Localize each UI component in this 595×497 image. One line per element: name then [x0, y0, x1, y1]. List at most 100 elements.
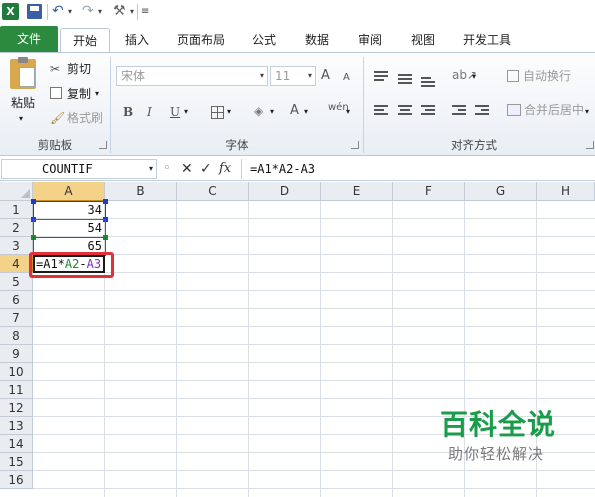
row-header-13[interactable]: 13: [0, 417, 33, 435]
copy-button[interactable]: 复制: [67, 86, 91, 102]
row-header-14[interactable]: 14: [0, 435, 33, 453]
tab-view[interactable]: 视图: [403, 28, 443, 52]
grow-font-button[interactable]: A: [321, 68, 330, 84]
merge-center-button[interactable]: 合并后居中: [524, 102, 584, 118]
underline-button[interactable]: U: [170, 104, 180, 120]
format-painter-icon[interactable]: 🖌: [50, 110, 65, 126]
tab-home[interactable]: 开始: [60, 28, 110, 52]
row-header-11[interactable]: 11: [0, 381, 33, 399]
row-header-5[interactable]: 5: [0, 273, 33, 291]
formula-text: =A1*A2-A3: [250, 162, 316, 176]
undo-dropdown-icon[interactable]: ▾: [68, 3, 72, 21]
column-header-d[interactable]: D: [249, 182, 321, 201]
customize-icon[interactable]: ≡: [141, 3, 149, 21]
align-bottom-icon[interactable]: [421, 77, 435, 89]
excel-logo-icon[interactable]: X: [2, 3, 19, 20]
row-header-15[interactable]: 15: [0, 453, 33, 471]
copy-dropdown-icon[interactable]: ▾: [95, 86, 99, 102]
column-header-e[interactable]: E: [321, 182, 393, 201]
font-group-label: 字体: [225, 138, 249, 152]
row-header-3[interactable]: 3: [0, 237, 33, 255]
row-header-1[interactable]: 1: [0, 201, 33, 219]
row-header-16[interactable]: 16: [0, 471, 33, 489]
column-header-g[interactable]: G: [465, 182, 537, 201]
font-color-icon[interactable]: A: [290, 103, 299, 119]
align-right-icon[interactable]: [421, 105, 435, 117]
bold-button[interactable]: B: [123, 104, 133, 120]
formula-bar-resize-icon[interactable]: ◦: [163, 160, 171, 178]
increase-indent-icon[interactable]: [475, 105, 489, 117]
column-header-a[interactable]: A: [33, 182, 105, 201]
align-middle-icon[interactable]: [398, 74, 412, 86]
italic-button[interactable]: I: [147, 104, 152, 120]
row-header-9[interactable]: 9: [0, 345, 33, 363]
font-size-value: 11: [275, 69, 291, 83]
enter-icon[interactable]: ✓: [200, 160, 212, 178]
align-left-icon[interactable]: [374, 105, 388, 117]
insert-function-icon[interactable]: fx: [219, 160, 231, 178]
tab-review[interactable]: 审阅: [350, 28, 390, 52]
cancel-icon[interactable]: ✕: [181, 160, 193, 178]
fill-dropdown-icon[interactable]: ▾: [270, 104, 274, 120]
decrease-indent-icon[interactable]: [452, 105, 466, 117]
name-box[interactable]: COUNTIF ▾: [1, 159, 157, 179]
row-header-8[interactable]: 8: [0, 327, 33, 345]
tab-data[interactable]: 数据: [297, 28, 337, 52]
toolbar-separator: [47, 4, 48, 20]
align-center-icon[interactable]: [398, 105, 412, 117]
font-name-select[interactable]: 宋体 ▾: [116, 66, 268, 86]
paste-icon[interactable]: [10, 57, 36, 89]
cut-icon[interactable]: ✂: [50, 61, 60, 77]
tools-dropdown-icon[interactable]: ▾: [130, 3, 134, 21]
merge-center-icon[interactable]: [507, 104, 521, 116]
quick-access-toolbar: X ↶ ▾ ↷ ▾ ⚒ ▾ ≡: [0, 0, 595, 24]
group-separator: [110, 57, 111, 153]
tab-file[interactable]: 文件: [0, 26, 58, 52]
borders-dropdown-icon[interactable]: ▾: [227, 104, 231, 120]
row-header-7[interactable]: 7: [0, 309, 33, 327]
wrap-text-button[interactable]: 自动换行: [523, 68, 571, 84]
cell-a2[interactable]: 54: [33, 219, 105, 237]
undo-icon[interactable]: ↶: [52, 2, 64, 20]
column-header-h[interactable]: H: [537, 182, 595, 201]
chevron-down-icon: ▾: [307, 71, 312, 80]
format-painter-button[interactable]: 格式刷: [67, 110, 103, 126]
redo-icon[interactable]: ↷: [82, 2, 94, 20]
font-size-select[interactable]: 11 ▾: [270, 66, 316, 86]
row-header-2[interactable]: 2: [0, 219, 33, 237]
paste-button[interactable]: 粘贴: [11, 95, 35, 111]
font-launcher-icon[interactable]: [351, 141, 359, 149]
formula-input[interactable]: =A1*A2-A3: [241, 159, 595, 179]
redo-dropdown-icon[interactable]: ▾: [98, 3, 102, 21]
wrap-text-icon[interactable]: [507, 70, 519, 82]
row-header-6[interactable]: 6: [0, 291, 33, 309]
column-header-c[interactable]: C: [177, 182, 249, 201]
cell-a1[interactable]: 34: [33, 201, 105, 219]
tab-developer[interactable]: 开发工具: [456, 28, 518, 52]
merge-dropdown-icon[interactable]: ▾: [585, 104, 589, 120]
row-header-10[interactable]: 10: [0, 363, 33, 381]
alignment-launcher-icon[interactable]: [586, 141, 594, 149]
align-top-icon[interactable]: [374, 71, 388, 83]
column-header-b[interactable]: B: [105, 182, 177, 201]
alignment-group-label: 对齐方式: [451, 138, 497, 152]
orientation-dropdown-icon[interactable]: ▾: [472, 69, 476, 85]
save-icon[interactable]: [27, 4, 42, 19]
tab-page-layout[interactable]: 页面布局: [170, 28, 232, 52]
copy-icon[interactable]: [50, 87, 62, 99]
tab-formulas[interactable]: 公式: [244, 28, 284, 52]
phonetic-dropdown-icon[interactable]: ▾: [346, 104, 350, 120]
shrink-font-button[interactable]: A: [343, 70, 350, 86]
tools-icon[interactable]: ⚒: [113, 2, 126, 20]
borders-icon[interactable]: [211, 106, 224, 119]
paste-dropdown-icon[interactable]: ▾: [19, 111, 23, 127]
fill-color-icon[interactable]: ◈: [254, 103, 263, 119]
select-all-button[interactable]: [0, 182, 33, 201]
cut-button[interactable]: 剪切: [67, 61, 91, 77]
row-header-12[interactable]: 12: [0, 399, 33, 417]
underline-dropdown-icon[interactable]: ▾: [184, 104, 188, 120]
font-color-dropdown-icon[interactable]: ▾: [304, 104, 308, 120]
tab-insert[interactable]: 插入: [118, 28, 156, 52]
clipboard-launcher-icon[interactable]: [99, 141, 107, 149]
column-header-f[interactable]: F: [393, 182, 465, 201]
